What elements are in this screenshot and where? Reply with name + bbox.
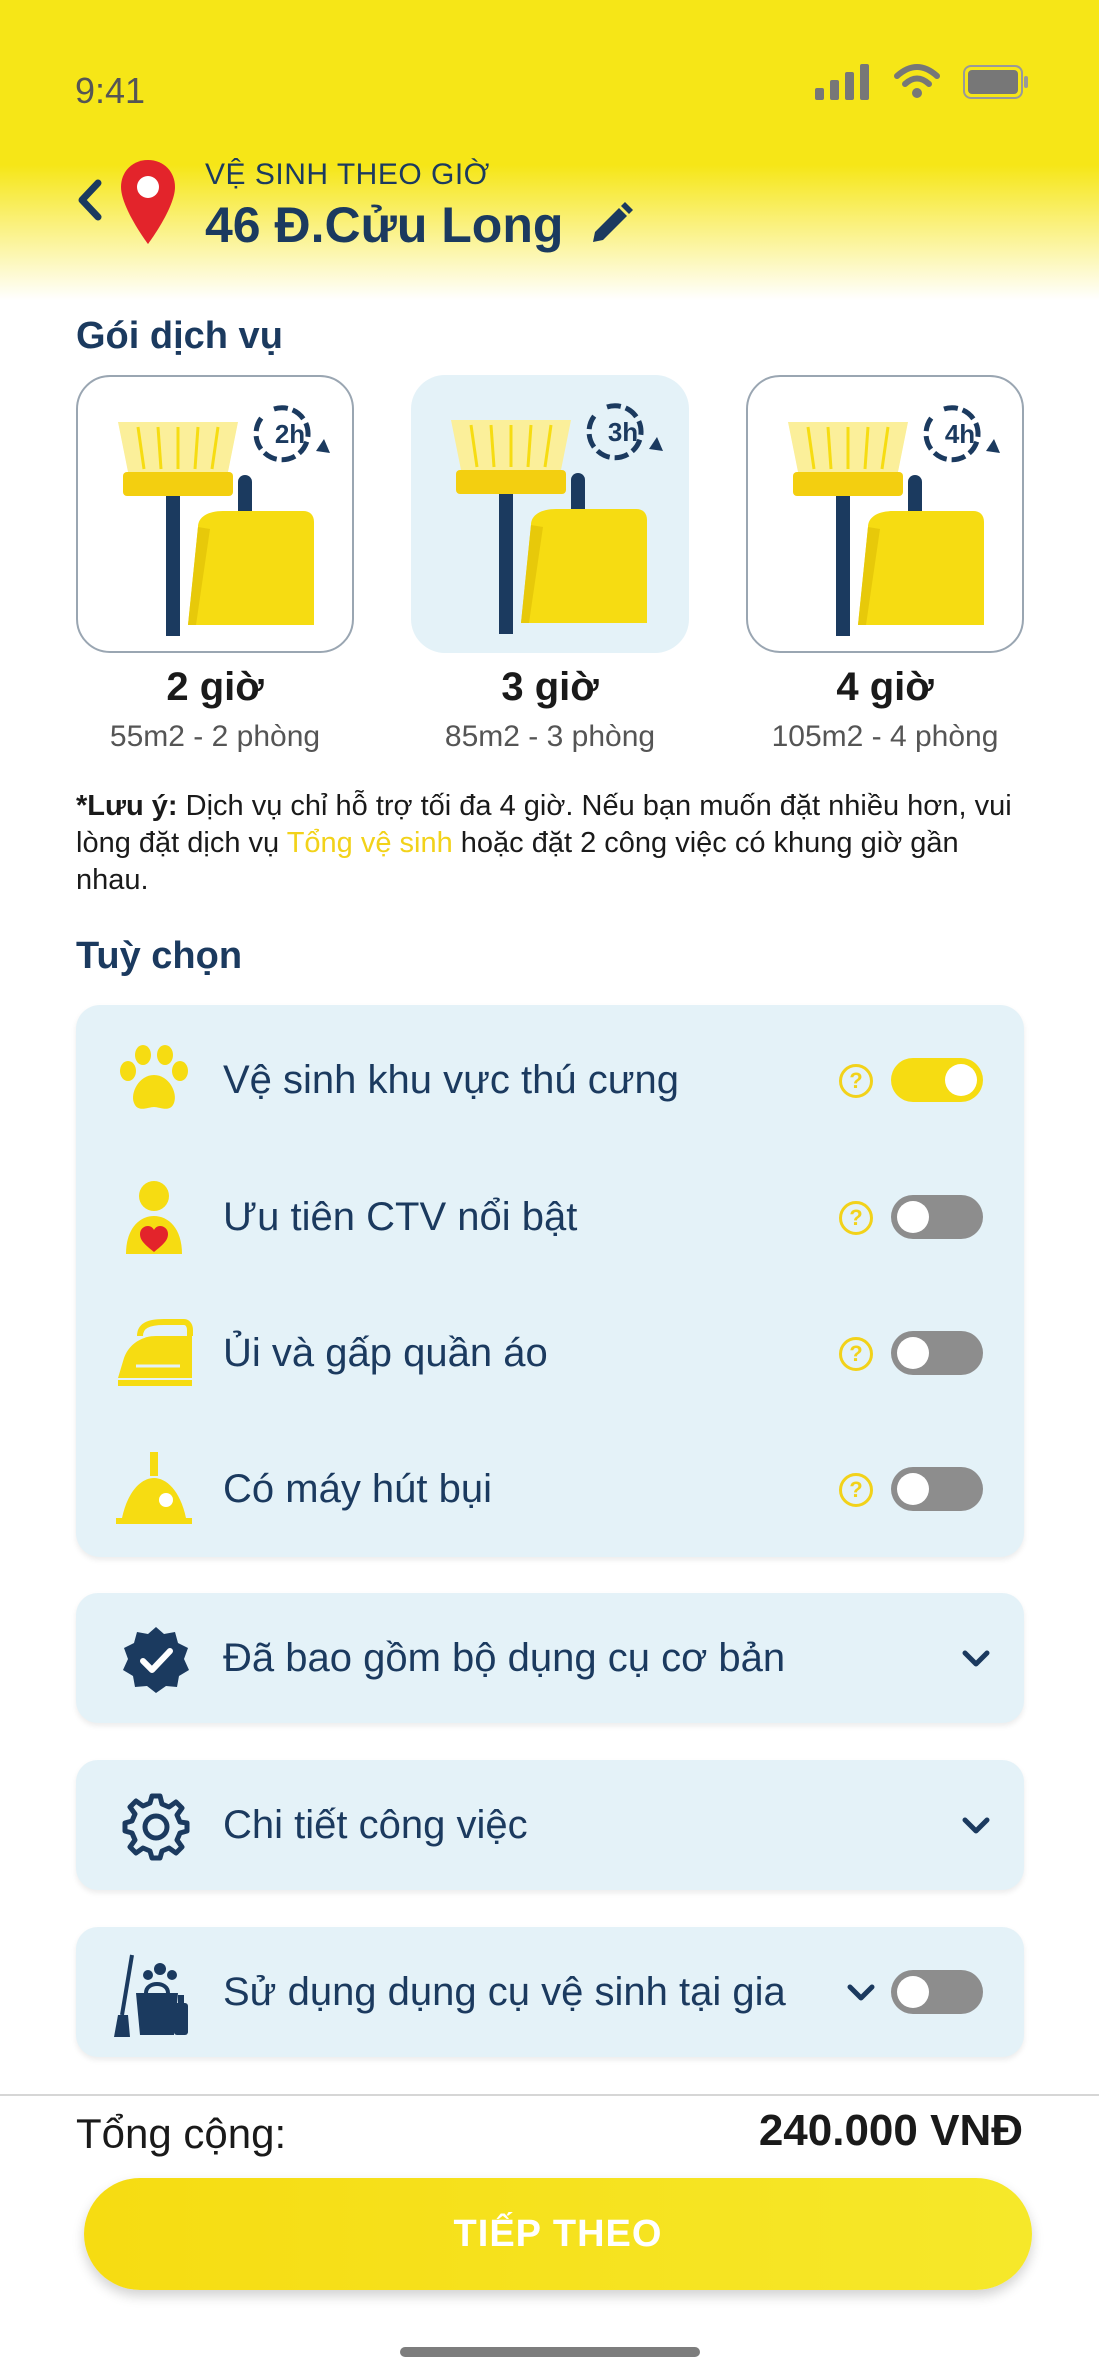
package-desc: 85m2 - 3 phòng	[444, 720, 656, 753]
package-card-3[interactable]: 4h	[746, 375, 1024, 653]
wifi-icon	[894, 64, 940, 98]
chevron-down-icon[interactable]	[961, 1816, 991, 1836]
signal-icon	[815, 64, 869, 100]
package-name: 2 giờ	[166, 665, 264, 709]
toggle-home-tools[interactable]	[891, 1970, 983, 2014]
toggle-knob	[897, 1201, 929, 1233]
package-name: 3 giờ	[501, 665, 599, 709]
option-label: Ủi và gấp quần áo	[223, 1331, 548, 1375]
cleaning-kit-icon	[114, 1954, 188, 2037]
toggle-ironing[interactable]	[891, 1331, 983, 1375]
option-label: Có máy hút bụi	[223, 1467, 493, 1511]
packages-title: Gói dịch vụ	[76, 315, 283, 357]
status-time: 9:41	[75, 70, 146, 111]
accordion-label: Chi tiết công việc	[223, 1803, 528, 1847]
accordion-basic-tools[interactable]: Đã bao gồm bộ dụng cụ cơ bản	[76, 1593, 1024, 1723]
duration-badge: 2h	[275, 419, 305, 449]
vacuum-icon	[116, 1452, 192, 1524]
address-title[interactable]: 46 Đ.Cửu Long	[205, 196, 563, 254]
iron-icon	[118, 1319, 193, 1386]
toggle-pet[interactable]	[891, 1058, 983, 1102]
package-desc: 55m2 - 2 phòng	[109, 720, 321, 753]
battery-icon	[963, 65, 1028, 99]
accordion-label: Sử dụng dụng cụ vệ sinh tại gia	[223, 1970, 786, 2014]
package-card-2[interactable]: 3h	[411, 375, 689, 653]
help-icon[interactable]: ?	[839, 1201, 873, 1235]
help-icon[interactable]: ?	[839, 1064, 873, 1098]
chevron-down-icon[interactable]	[846, 1983, 876, 2003]
total-label: Tổng cộng:	[76, 2110, 287, 2157]
toggle-priority[interactable]	[891, 1195, 983, 1239]
toggle-knob	[897, 1337, 929, 1369]
total-value: 240.000 VNĐ	[758, 2106, 1023, 2155]
accordion-job-details[interactable]: Chi tiết công việc	[76, 1760, 1024, 1890]
option-label: Vệ sinh khu vực thú cưng	[223, 1058, 680, 1102]
note-prefix: *Lưu ý:	[76, 790, 178, 822]
package-desc: 105m2 - 4 phòng	[771, 720, 999, 753]
home-indicator	[400, 2347, 700, 2357]
chevron-down-icon[interactable]	[961, 1649, 991, 1669]
options-card: Vệ sinh khu vực thú cưng ? Ưu tiên CTV n…	[76, 1005, 1024, 1557]
person-heart-icon	[126, 1181, 182, 1254]
toggle-knob	[945, 1064, 977, 1096]
accordion-label: Đã bao gồm bộ dụng cụ cơ bản	[223, 1636, 786, 1680]
package-card-1[interactable]: 2h	[76, 375, 354, 653]
option-row-vacuum: Có máy hút bụi ?	[76, 1435, 1024, 1545]
duration-badge: 4h	[945, 419, 975, 449]
location-pin-icon	[121, 160, 175, 244]
header-background	[0, 0, 1099, 300]
duration-badge: 3h	[608, 417, 638, 447]
note-link[interactable]: Tổng vệ sinh	[287, 827, 453, 859]
help-icon[interactable]: ?	[839, 1473, 873, 1507]
accordion-home-tools[interactable]: Sử dụng dụng cụ vệ sinh tại gia	[76, 1927, 1024, 2057]
edit-icon[interactable]	[585, 200, 635, 250]
option-row-ironing: Ủi và gấp quần áo ?	[76, 1299, 1024, 1409]
package-name: 4 giờ	[836, 665, 934, 709]
toggle-knob	[897, 1976, 929, 2008]
paw-icon	[120, 1045, 188, 1109]
back-icon[interactable]	[70, 175, 110, 225]
gear-icon	[122, 1793, 190, 1861]
help-icon[interactable]: ?	[839, 1337, 873, 1371]
toggle-vacuum[interactable]	[891, 1467, 983, 1511]
service-subtitle: VỆ SINH THEO GIỜ	[205, 158, 490, 191]
broom-dustpan-icon: 2h	[118, 405, 330, 636]
footer-divider	[0, 2094, 1099, 2096]
toggle-knob	[897, 1473, 929, 1505]
options-title: Tuỳ chọn	[76, 935, 243, 977]
broom-dustpan-icon: 4h	[788, 405, 1000, 636]
option-row-pet: Vệ sinh khu vực thú cưng ?	[76, 1026, 1024, 1136]
next-button[interactable]: TIẾP THEO	[84, 2178, 1032, 2290]
broom-dustpan-icon: 3h	[451, 403, 663, 634]
note-text: *Lưu ý: Dịch vụ chỉ hỗ trợ tối đa 4 giờ.…	[76, 788, 1036, 899]
verified-badge-icon	[123, 1627, 189, 1693]
status-icons	[815, 64, 1029, 100]
option-row-priority: Ưu tiên CTV nổi bật ?	[76, 1163, 1024, 1273]
option-label: Ưu tiên CTV nổi bật	[223, 1195, 578, 1239]
